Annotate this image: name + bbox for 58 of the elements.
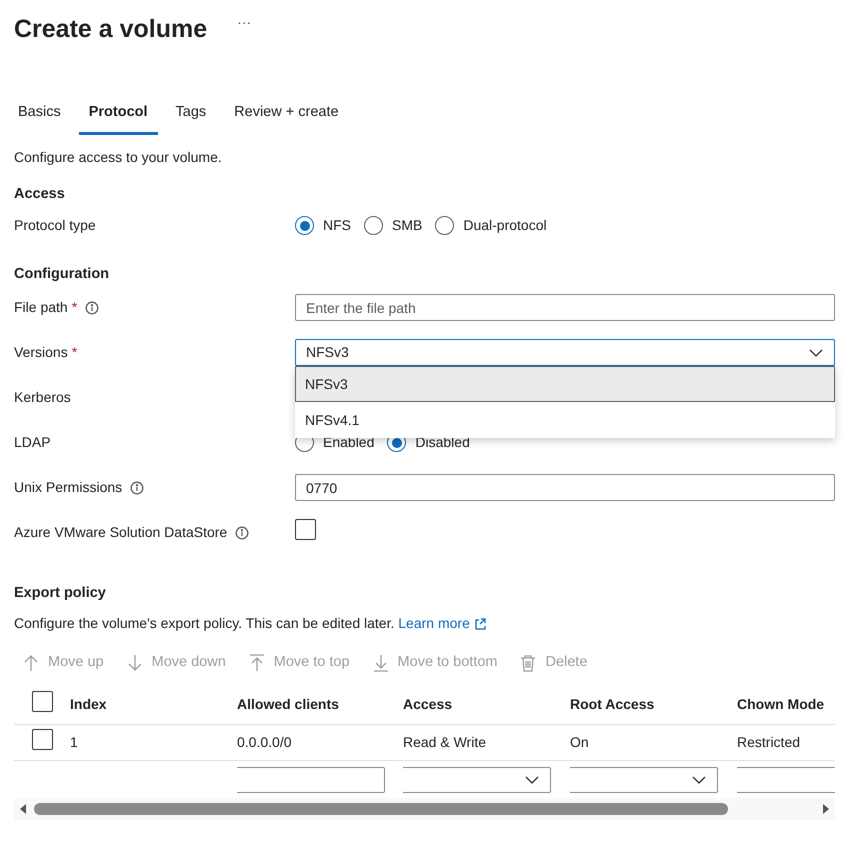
arrow-up-icon [22, 654, 40, 672]
checkbox[interactable] [32, 690, 53, 712]
section-heading: Configuration [14, 264, 110, 284]
description-text: Configure the volume's export policy. This can be edited later. [14, 615, 396, 631]
column-header: Allowed clients [237, 684, 403, 725]
learn-more-link[interactable]: Learn more [398, 615, 486, 631]
filter-input[interactable] [237, 766, 385, 792]
arrow-to-top-icon [248, 654, 266, 672]
field-label: Unix Permissions [14, 478, 122, 498]
table-cell: Read & Write [403, 724, 570, 761]
intro-text: Configure access to your volume. [14, 148, 223, 167]
external-link-icon [474, 618, 486, 630]
more-button[interactable]: ··· [237, 12, 252, 32]
field-label: File path [14, 298, 68, 318]
text-field[interactable]: 0770 [295, 474, 835, 502]
field-label: Protocol type [14, 216, 97, 235]
radio-button[interactable] [435, 216, 454, 235]
filter-select[interactable] [570, 766, 718, 792]
section-heading: Access [14, 184, 66, 204]
radio-button[interactable] [364, 216, 383, 235]
table-cell: 0.0.0.0/0 [237, 724, 403, 761]
text-field[interactable]: Enter the file path [295, 294, 835, 322]
version-select[interactable]: NFSv3 [295, 339, 835, 366]
scrollbar-thumb[interactable] [34, 802, 728, 815]
tab[interactable]: Review + create [224, 96, 349, 135]
table-cell: 1 [70, 724, 237, 761]
tab[interactable]: Basics [8, 96, 71, 135]
arrow-to-bottom-icon [372, 654, 390, 672]
column-header: Root Access [570, 684, 737, 725]
tab[interactable]: Tags [166, 96, 216, 135]
select-value: NFSv3 [306, 343, 349, 362]
required-mark: * [72, 343, 78, 362]
section-heading: Export policy [14, 584, 107, 604]
horizontal-scrollbar[interactable] [14, 798, 835, 820]
radio-label: Dual-protocol [463, 216, 547, 235]
radio-button[interactable] [295, 216, 314, 235]
scroll-right-icon [821, 802, 831, 815]
radio-label: NFS [323, 216, 351, 235]
tab[interactable]: Protocol [78, 96, 158, 135]
field-label: LDAP [14, 433, 51, 452]
table-cell: Restricted [737, 724, 835, 761]
page-title: Create a volume [14, 14, 208, 44]
checkbox[interactable] [295, 519, 316, 540]
field-label: Azure VMware Solution DataStore [14, 523, 228, 542]
trash-icon [519, 654, 538, 672]
checkbox[interactable] [32, 729, 53, 750]
scroll-left-icon [18, 802, 28, 815]
dropdown-option[interactable]: NFSv3 [295, 366, 835, 402]
radio-label: SMB [392, 216, 422, 235]
column-header: Index [70, 684, 237, 725]
required-mark: * [72, 298, 78, 318]
table-cell: On [570, 724, 737, 761]
field-label: Kerberos [14, 388, 71, 408]
column-header: Access [403, 684, 570, 725]
arrow-down-icon [126, 654, 144, 672]
field-label: Versions [14, 343, 68, 362]
filter-select[interactable] [403, 766, 551, 792]
column-header: Chown Mode [737, 684, 835, 725]
